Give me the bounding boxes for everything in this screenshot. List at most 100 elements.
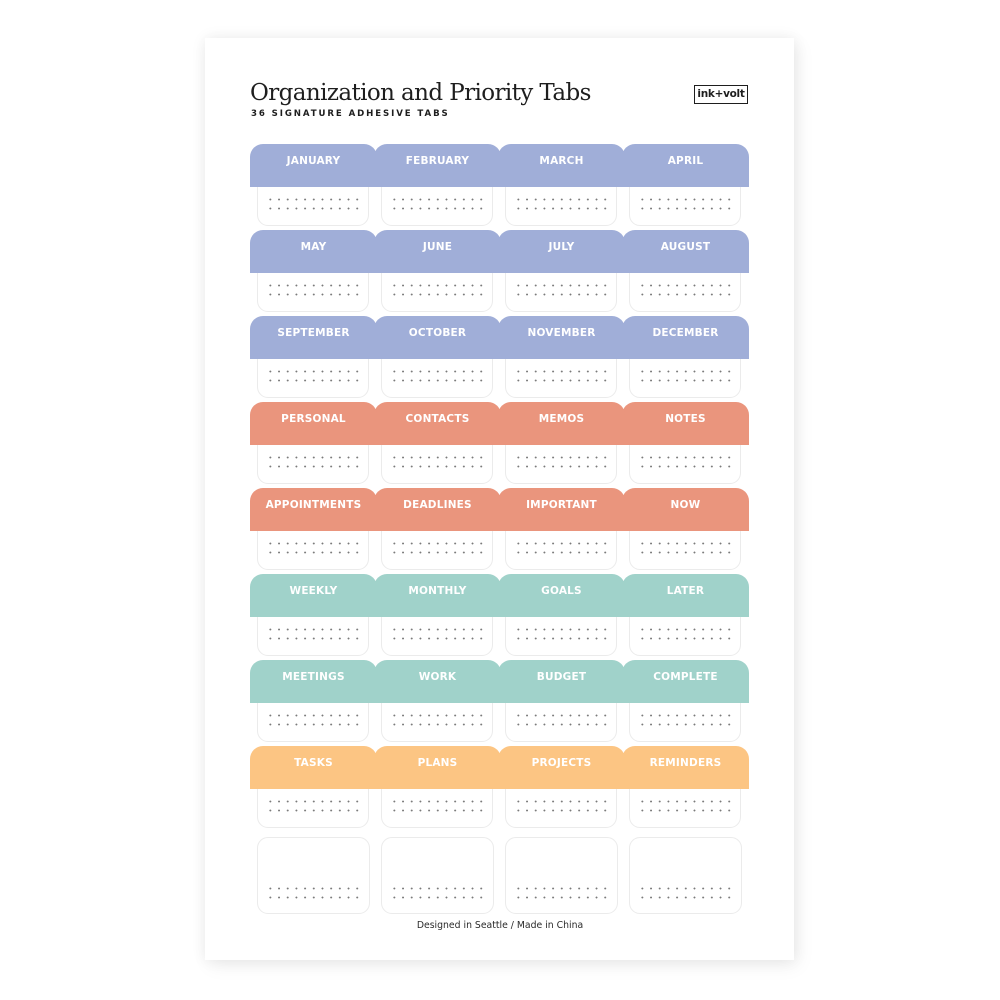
footer-note: Designed in Seattle / Made in China bbox=[416, 920, 584, 931]
dot-grid bbox=[390, 711, 486, 731]
tab-label: APPOINTMENTS bbox=[250, 488, 377, 531]
adhesive-tab[interactable]: APPOINTMENTS bbox=[250, 488, 377, 571]
adhesive-tab[interactable]: DECEMBER bbox=[622, 316, 749, 399]
adhesive-tab[interactable]: JANUARY bbox=[250, 144, 377, 227]
blank-adhesive-tab[interactable] bbox=[250, 837, 377, 920]
tab-label: LATER bbox=[622, 574, 749, 617]
blank-write-area bbox=[629, 837, 742, 914]
adhesive-tab[interactable]: NOVEMBER bbox=[498, 316, 625, 399]
tab-label: WEEKLY bbox=[250, 574, 377, 617]
page-title: Organization and Priority Tabs bbox=[250, 80, 591, 106]
blank-tab-row bbox=[250, 837, 749, 920]
dot-grid bbox=[390, 453, 486, 473]
adhesive-tab[interactable]: APRIL bbox=[622, 144, 749, 227]
adhesive-tab[interactable]: NOW bbox=[622, 488, 749, 571]
dot-grid bbox=[514, 367, 610, 387]
adhesive-tab[interactable]: MEETINGS bbox=[250, 660, 377, 743]
tab-label: JUNE bbox=[374, 230, 501, 273]
adhesive-tab[interactable]: JUNE bbox=[374, 230, 501, 313]
dot-grid bbox=[514, 711, 610, 731]
dot-grid bbox=[638, 539, 734, 559]
page-subtitle: 36 SIGNATURE ADHESIVE TABS bbox=[251, 109, 450, 119]
dot-grid bbox=[390, 884, 486, 904]
tab-label: MEETINGS bbox=[250, 660, 377, 703]
tab-row: TASKS PLANS PROJECTS REMINDERS bbox=[250, 746, 749, 829]
dot-grid bbox=[514, 281, 610, 301]
tab-row: MAY JUNE JULY AUGUST bbox=[250, 230, 749, 313]
dot-grid bbox=[638, 195, 734, 215]
tab-label: COMPLETE bbox=[622, 660, 749, 703]
dot-grid bbox=[390, 195, 486, 215]
adhesive-tab[interactable]: WEEKLY bbox=[250, 574, 377, 657]
dot-grid bbox=[638, 367, 734, 387]
adhesive-tab[interactable]: TASKS bbox=[250, 746, 377, 829]
dot-grid bbox=[390, 367, 486, 387]
tab-label: JULY bbox=[498, 230, 625, 273]
adhesive-tab[interactable]: WORK bbox=[374, 660, 501, 743]
dot-grid bbox=[266, 367, 362, 387]
adhesive-tab[interactable]: GOALS bbox=[498, 574, 625, 657]
dot-grid bbox=[514, 195, 610, 215]
dot-grid bbox=[390, 539, 486, 559]
adhesive-tab[interactable]: MEMOS bbox=[498, 402, 625, 485]
adhesive-tab[interactable]: NOTES bbox=[622, 402, 749, 485]
dot-grid bbox=[390, 281, 486, 301]
adhesive-tab[interactable]: PROJECTS bbox=[498, 746, 625, 829]
blank-adhesive-tab[interactable] bbox=[374, 837, 501, 920]
tab-row: SEPTEMBER OCTOBER NOVEMBER DECEMBER bbox=[250, 316, 749, 399]
dot-grid bbox=[514, 625, 610, 645]
tab-label: PERSONAL bbox=[250, 402, 377, 445]
adhesive-tab[interactable]: CONTACTS bbox=[374, 402, 501, 485]
adhesive-tab[interactable]: AUGUST bbox=[622, 230, 749, 313]
blank-write-area bbox=[257, 837, 370, 914]
dot-grid bbox=[266, 539, 362, 559]
adhesive-tab[interactable]: IMPORTANT bbox=[498, 488, 625, 571]
adhesive-tab[interactable]: MAY bbox=[250, 230, 377, 313]
tab-label: CONTACTS bbox=[374, 402, 501, 445]
dot-grid bbox=[638, 884, 734, 904]
adhesive-tab[interactable]: BUDGET bbox=[498, 660, 625, 743]
tab-label: IMPORTANT bbox=[498, 488, 625, 531]
adhesive-tab[interactable]: MARCH bbox=[498, 144, 625, 227]
blank-write-area bbox=[381, 837, 494, 914]
dot-grid bbox=[266, 797, 362, 817]
tab-label: APRIL bbox=[622, 144, 749, 187]
blank-adhesive-tab[interactable] bbox=[498, 837, 625, 920]
dot-grid bbox=[390, 797, 486, 817]
tab-label: MAY bbox=[250, 230, 377, 273]
adhesive-tab[interactable]: COMPLETE bbox=[622, 660, 749, 743]
tab-label: SEPTEMBER bbox=[250, 316, 377, 359]
tab-label: PROJECTS bbox=[498, 746, 625, 789]
tab-label: BUDGET bbox=[498, 660, 625, 703]
dot-grid bbox=[514, 453, 610, 473]
tab-label: NOTES bbox=[622, 402, 749, 445]
dot-grid bbox=[514, 884, 610, 904]
tab-label: MEMOS bbox=[498, 402, 625, 445]
dot-grid bbox=[638, 281, 734, 301]
adhesive-tab[interactable]: REMINDERS bbox=[622, 746, 749, 829]
dot-grid bbox=[514, 797, 610, 817]
adhesive-tab[interactable]: PLANS bbox=[374, 746, 501, 829]
adhesive-tab[interactable]: MONTHLY bbox=[374, 574, 501, 657]
dot-grid bbox=[638, 797, 734, 817]
dot-grid bbox=[266, 625, 362, 645]
dot-grid bbox=[266, 195, 362, 215]
tab-label: JANUARY bbox=[250, 144, 377, 187]
adhesive-tab[interactable]: DEADLINES bbox=[374, 488, 501, 571]
tab-label: MARCH bbox=[498, 144, 625, 187]
dot-grid bbox=[266, 884, 362, 904]
dot-grid bbox=[390, 625, 486, 645]
adhesive-tab[interactable]: PERSONAL bbox=[250, 402, 377, 485]
tab-label: MONTHLY bbox=[374, 574, 501, 617]
blank-adhesive-tab[interactable] bbox=[622, 837, 749, 920]
adhesive-tab[interactable]: SEPTEMBER bbox=[250, 316, 377, 399]
tab-label: WORK bbox=[374, 660, 501, 703]
tab-label: DEADLINES bbox=[374, 488, 501, 531]
dot-grid bbox=[266, 281, 362, 301]
adhesive-tab[interactable]: LATER bbox=[622, 574, 749, 657]
adhesive-tab[interactable]: JULY bbox=[498, 230, 625, 313]
blank-write-area bbox=[505, 837, 618, 914]
tab-label: DECEMBER bbox=[622, 316, 749, 359]
adhesive-tab[interactable]: FEBRUARY bbox=[374, 144, 501, 227]
adhesive-tab[interactable]: OCTOBER bbox=[374, 316, 501, 399]
